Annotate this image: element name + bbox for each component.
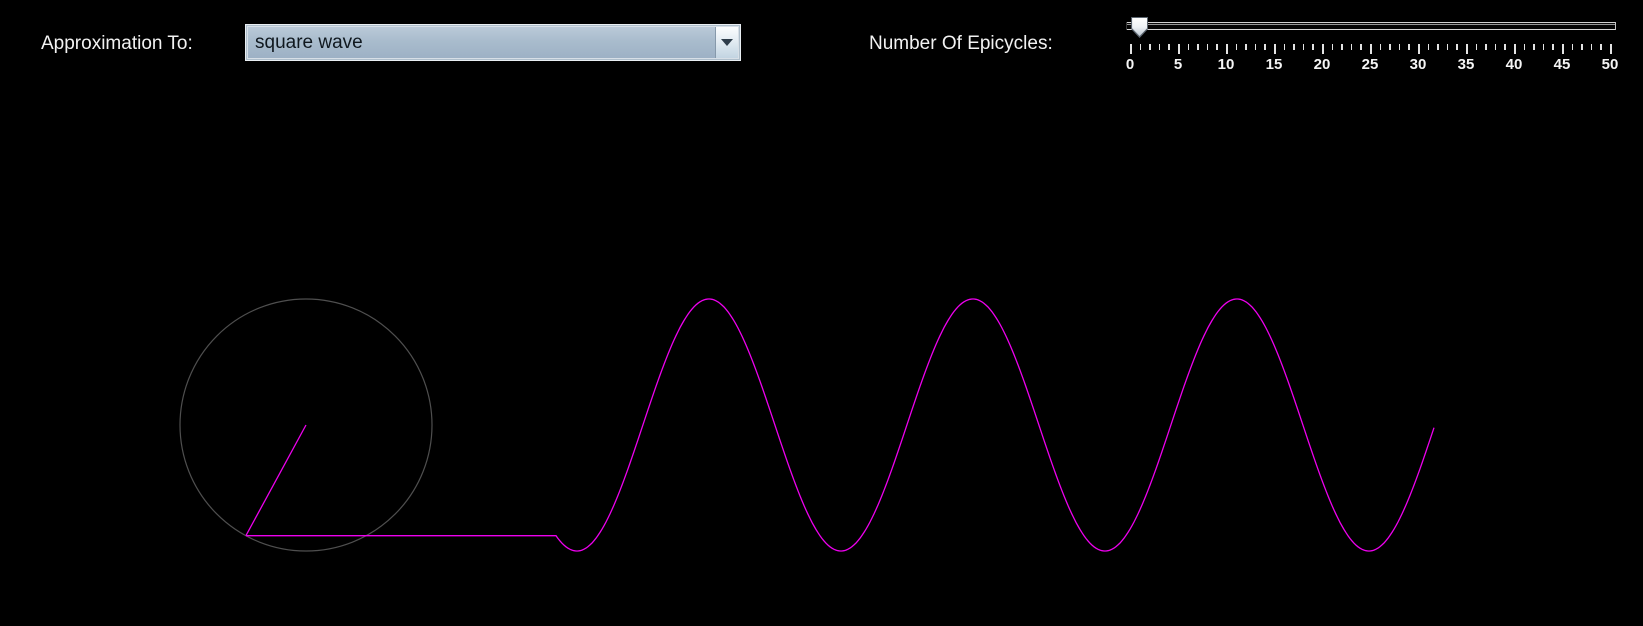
epicycle-canvas bbox=[179, 298, 1435, 552]
epicycles-app: Approximation To: square wave Number Of … bbox=[0, 0, 1643, 626]
wave-trace bbox=[245, 298, 1435, 552]
epicycle-radius-line bbox=[245, 424, 307, 537]
